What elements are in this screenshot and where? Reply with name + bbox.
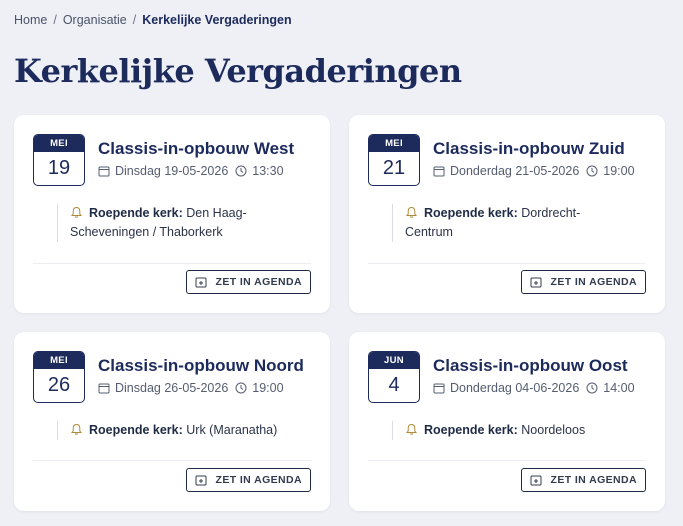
meeting-date: Dinsdag 19-05-2026 [115, 164, 229, 178]
calendar-icon [98, 383, 110, 394]
breadcrumb-separator: / [132, 13, 137, 27]
calendar-day: 26 [47, 374, 71, 396]
meeting-title[interactable]: Classis-in-opbouw Oost [433, 356, 628, 376]
meeting-card-oost: JUN 4 Classis-in-opbouw Oost Donderdag 0… [349, 332, 665, 511]
calendar-icon [433, 383, 445, 394]
calendar-month: MEI [34, 352, 84, 369]
calendar-month: MEI [34, 135, 84, 152]
calendar-icon [98, 166, 110, 177]
calendar-add-icon [195, 277, 207, 288]
add-to-agenda-button[interactable]: ZET IN AGENDA [185, 468, 311, 492]
breadcrumb-current: Kerkelijke Vergaderingen [142, 13, 292, 27]
agenda-button-label: ZET IN AGENDA [215, 474, 302, 486]
add-to-agenda-button[interactable]: ZET IN AGENDA [520, 270, 646, 294]
meeting-time: 19:00 [603, 164, 635, 178]
calendar-add-icon [530, 475, 542, 486]
clock-icon [235, 165, 247, 177]
meeting-title[interactable]: Classis-in-opbouw Zuid [433, 139, 625, 159]
meeting-time-wrap: 19:00 [235, 381, 284, 395]
meeting-title[interactable]: Classis-in-opbouw West [98, 139, 294, 159]
breadcrumb-separator: / [53, 13, 57, 27]
card-divider [368, 263, 646, 264]
caller-label: Roepende kerk: [424, 423, 522, 437]
calendar-date-badge: MEI 19 [33, 134, 85, 186]
calendar-day: 21 [382, 157, 406, 179]
calling-church: Roepende kerk: Urk (Maranatha) [57, 421, 297, 440]
calendar-date-badge: MEI 26 [33, 351, 85, 403]
calendar-add-icon [530, 277, 542, 288]
bell-icon [70, 206, 83, 218]
clock-icon [586, 382, 598, 394]
caller-name-line1: Urk (Maranatha) [186, 423, 278, 437]
caller-name-line1: Noordeloos [521, 423, 586, 437]
meeting-meta: Donderdag 04-06-2026 14:00 [433, 381, 635, 395]
agenda-button-label: ZET IN AGENDA [550, 276, 637, 288]
calling-church: Roepende kerk: Den Haag- Scheveningen / … [57, 204, 297, 242]
caller-name-line1: Den Haag- [186, 206, 247, 220]
meeting-time: 13:30 [252, 164, 284, 178]
meeting-date: Donderdag 04-06-2026 [450, 381, 580, 395]
clock-icon [235, 382, 247, 394]
calendar-date-badge: MEI 21 [368, 134, 420, 186]
card-divider [368, 460, 646, 461]
card-divider [33, 263, 311, 264]
breadcrumb-organisatie[interactable]: Organisatie [63, 13, 127, 27]
caller-name-line2: Scheveningen / Thaborkerk [70, 225, 223, 239]
meeting-card-zuid: MEI 21 Classis-in-opbouw Zuid Donderdag … [349, 115, 665, 313]
calendar-month: MEI [369, 135, 419, 152]
bell-icon [405, 423, 418, 435]
meeting-card-west: MEI 19 Classis-in-opbouw West Dinsdag 19… [14, 115, 330, 313]
calendar-month: JUN [369, 352, 419, 369]
calendar-add-icon [195, 475, 207, 486]
calendar-day: 19 [47, 157, 71, 179]
bell-icon [70, 423, 83, 435]
breadcrumb: Home / Organisatie / Kerkelijke Vergader… [14, 13, 292, 27]
add-to-agenda-button[interactable]: ZET IN AGENDA [520, 468, 646, 492]
meeting-time-wrap: 13:30 [235, 164, 284, 178]
caller-label: Roepende kerk: [424, 206, 522, 220]
calling-church: Roepende kerk: Dordrecht- Centrum [392, 204, 632, 242]
bell-icon [405, 206, 418, 218]
meeting-time: 14:00 [603, 381, 635, 395]
meeting-date: Dinsdag 26-05-2026 [115, 381, 229, 395]
agenda-button-label: ZET IN AGENDA [550, 474, 637, 486]
caller-name-line1: Dordrecht- [521, 206, 581, 220]
caller-label: Roepende kerk: [89, 206, 187, 220]
caller-name-line2: Centrum [405, 225, 453, 239]
meeting-meta: Dinsdag 26-05-2026 19:00 [98, 381, 284, 395]
meeting-date: Donderdag 21-05-2026 [450, 164, 580, 178]
meeting-time-wrap: 14:00 [586, 381, 635, 395]
card-divider [33, 460, 311, 461]
agenda-button-label: ZET IN AGENDA [215, 276, 302, 288]
caller-label: Roepende kerk: [89, 423, 187, 437]
meeting-meta: Dinsdag 19-05-2026 13:30 [98, 164, 284, 178]
meeting-card-noord: MEI 26 Classis-in-opbouw Noord Dinsdag 2… [14, 332, 330, 511]
calling-church: Roepende kerk: Noordeloos [392, 421, 632, 440]
breadcrumb-home[interactable]: Home [14, 13, 47, 27]
meeting-meta: Donderdag 21-05-2026 19:00 [433, 164, 635, 178]
calendar-day: 4 [388, 374, 400, 396]
clock-icon [586, 165, 598, 177]
meeting-time-wrap: 19:00 [586, 164, 635, 178]
page-title: Kerkelijke Vergaderingen [14, 52, 462, 90]
calendar-icon [433, 166, 445, 177]
calendar-date-badge: JUN 4 [368, 351, 420, 403]
add-to-agenda-button[interactable]: ZET IN AGENDA [185, 270, 311, 294]
meeting-time: 19:00 [252, 381, 284, 395]
meeting-title[interactable]: Classis-in-opbouw Noord [98, 356, 304, 376]
